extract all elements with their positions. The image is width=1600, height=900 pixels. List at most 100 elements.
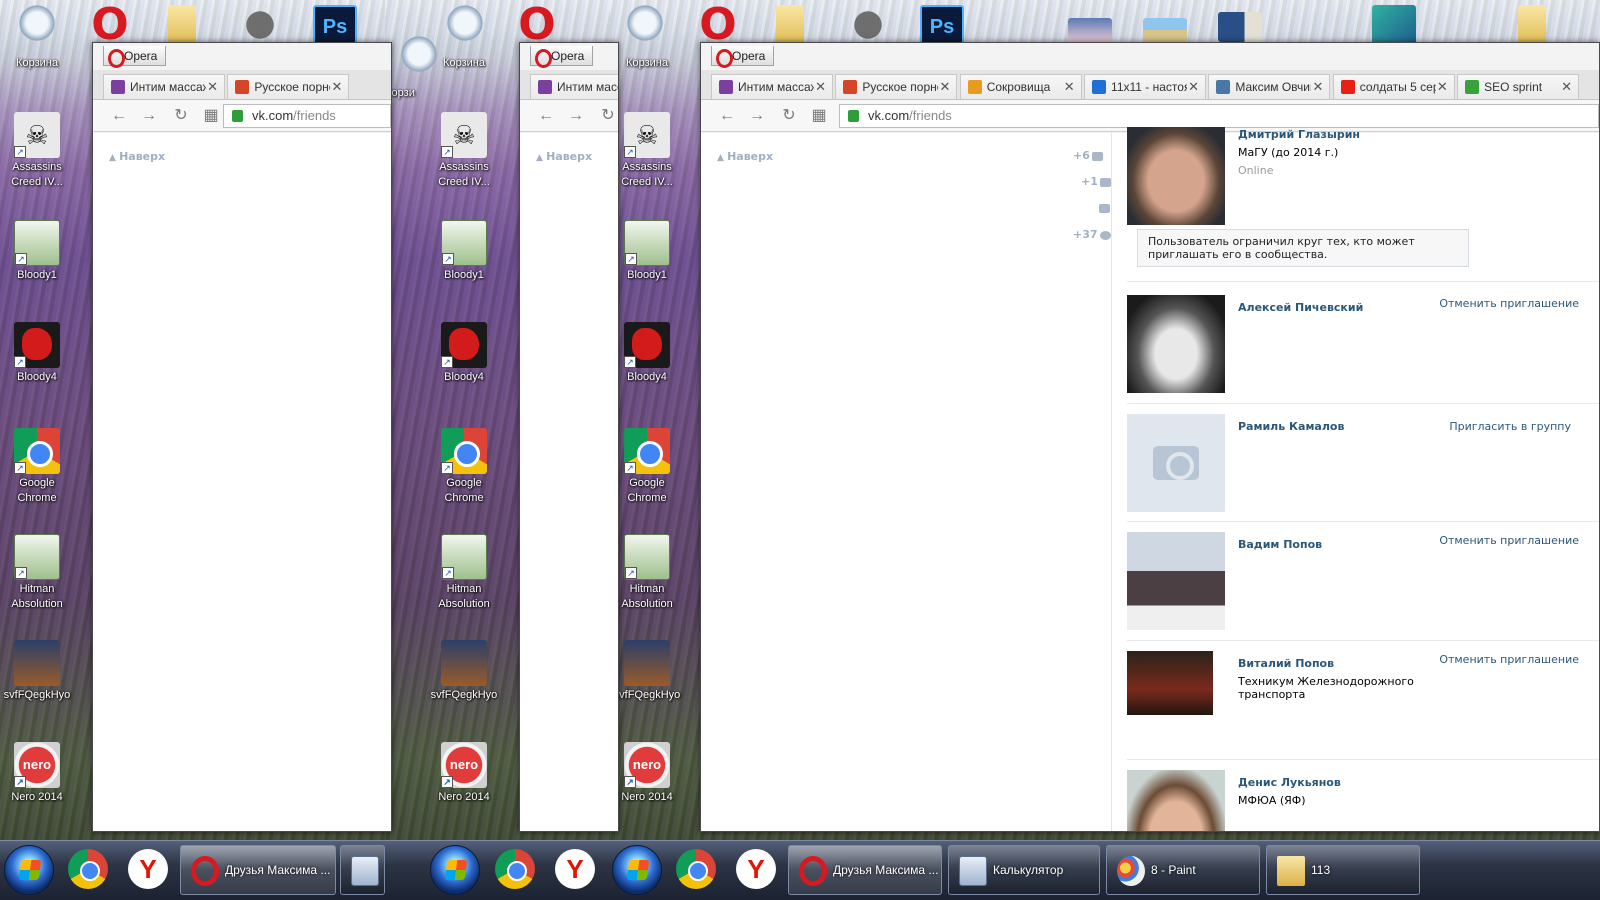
yandex-pinned-icon[interactable]: Y [736, 849, 776, 889]
tanks-desktop-icon[interactable] [238, 5, 282, 45]
address-bar[interactable]: vk.com/friends [839, 104, 1599, 128]
friend-avatar[interactable] [1127, 127, 1225, 225]
chrome-pinned-icon[interactable] [495, 849, 535, 889]
book-desktop-icon[interactable] [1218, 12, 1262, 42]
back-to-top-link[interactable]: Наверх [536, 150, 592, 163]
tab-russkoe[interactable]: Русское порно ✕ [227, 74, 350, 99]
recycle-bin-icon[interactable] [15, 5, 59, 45]
opera-menu-button[interactable]: Opera [530, 46, 594, 68]
tab-seo-sprint[interactable]: SEO sprint ✕ [1457, 74, 1580, 99]
chrome-pinned-icon[interactable] [676, 849, 716, 889]
opera-menu-button[interactable]: Opera [711, 46, 775, 68]
close-tab-icon[interactable]: ✕ [331, 75, 342, 99]
friend-name[interactable]: Виталий Попов [1238, 657, 1334, 670]
friend-avatar[interactable] [1127, 770, 1225, 831]
desktop-icon-hitman[interactable]: ↗ Hitman Absolution [610, 534, 684, 612]
back-to-top-link[interactable]: Наверх [109, 150, 165, 163]
taskbar-task-opera[interactable]: Друзья Максима ... [180, 845, 336, 895]
desktop-icon-assassins[interactable]: ☠ ↗ Assassins Creed IV... [427, 112, 501, 190]
tab-soldaty[interactable]: солдаты 5 серия✕ [1332, 74, 1455, 99]
close-tab-icon[interactable]: ✕ [815, 75, 826, 99]
desktop-icon-bloody1[interactable]: ↗ Bloody1 [610, 220, 684, 283]
chrome-pinned-icon[interactable] [68, 849, 108, 889]
friend-avatar[interactable] [1127, 414, 1225, 512]
opera-desktop-icon[interactable]: O [515, 3, 559, 47]
photoshop-desktop-icon[interactable]: Ps [920, 5, 964, 45]
desktop-icon-chrome[interactable]: ↗ Google Chrome [0, 428, 74, 506]
address-bar[interactable]: vk.com/friends [223, 104, 391, 128]
cancel-invite-link[interactable]: Отменить приглашение [1439, 653, 1579, 666]
desktop-icon-nero[interactable]: nero ↗ Nero 2014 [0, 742, 74, 805]
start-button[interactable] [4, 845, 54, 895]
back-icon[interactable]: ← [717, 106, 737, 126]
back-icon[interactable]: ← [536, 106, 556, 126]
desktop-icon-video[interactable]: svfFQegkHyo [610, 640, 684, 703]
tab-11x11[interactable]: 11x11 - настоящий✕ [1084, 74, 1207, 99]
desktop-icon-nero[interactable]: nero ↗ Nero 2014 [610, 742, 684, 805]
desktop-icon-hitman[interactable]: ↗ Hitman Absolution [0, 534, 74, 612]
yandex-pinned-icon[interactable]: Y [555, 849, 595, 889]
friend-avatar[interactable] [1127, 532, 1225, 630]
cubes-desktop-icon[interactable] [1372, 5, 1416, 45]
taskbar-task-calculator[interactable] [340, 845, 385, 895]
tab-maksim[interactable]: Максим Овчинников✕ [1208, 74, 1331, 99]
back-to-top-link[interactable]: Наверх [717, 150, 773, 163]
photo-desktop-icon[interactable] [1068, 18, 1112, 42]
invite-to-group-link[interactable]: Пригласить в группу [1449, 420, 1571, 433]
close-tab-icon[interactable]: ✕ [1312, 75, 1323, 99]
desktop-icon-assassins[interactable]: ☠ ↗ Assassins Creed IV... [0, 112, 74, 190]
taskbar-task-paint[interactable]: 8 - Paint [1106, 845, 1260, 895]
forward-icon[interactable]: → [747, 106, 767, 126]
opera-desktop-icon[interactable]: O [696, 3, 740, 47]
tab-intim[interactable]: Интим массаж ✕ [103, 74, 225, 99]
friend-name[interactable]: Алексей Пичевский [1238, 301, 1363, 314]
speed-dial-icon[interactable]: ▦ [201, 106, 221, 126]
desktop-icon-recycle-bin-label[interactable]: Корзина [427, 56, 501, 71]
yandex-pinned-icon[interactable]: Y [128, 849, 168, 889]
desktop-icon-video[interactable]: svfFQegkHyo [0, 640, 74, 703]
forward-icon[interactable]: → [566, 106, 586, 126]
tab-russkoe[interactable]: Русское порно ✕ [835, 74, 958, 99]
browser-window-middle[interactable]: Opera Интим массаж ← → ↻ Наверх [519, 42, 619, 832]
friend-name[interactable]: Денис Лукьянов [1238, 776, 1341, 789]
cancel-invite-link[interactable]: Отменить приглашение [1439, 297, 1579, 310]
desktop-icon-hitman[interactable]: ↗ Hitman Absolution [427, 534, 501, 612]
close-tab-icon[interactable]: ✕ [1064, 75, 1075, 99]
close-tab-icon[interactable]: ✕ [939, 75, 950, 99]
desktop-icon-recycle-bin-label[interactable]: Корзина [610, 56, 684, 71]
browser-window-main[interactable]: Opera Интим массаж ✕ Русское порно ✕ Сокро… [700, 42, 1600, 832]
desktop-icon-chrome[interactable]: ↗ Google Chrome [610, 428, 684, 506]
desktop-icon-bloody4[interactable]: ↗ Bloody4 [0, 322, 74, 385]
close-tab-icon[interactable]: ✕ [207, 75, 218, 99]
friend-avatar[interactable] [1127, 295, 1225, 393]
close-tab-icon[interactable]: ✕ [1561, 75, 1572, 99]
recycle-bin-icon[interactable] [623, 5, 667, 45]
photoshop-desktop-icon[interactable]: Ps [313, 5, 357, 45]
image-desktop-icon[interactable] [1143, 18, 1187, 42]
tab-intim[interactable]: Интим массаж [530, 74, 618, 99]
friend-name[interactable]: Вадим Попов [1238, 538, 1322, 551]
close-tab-icon[interactable]: ✕ [1437, 75, 1448, 99]
reload-icon[interactable]: ↻ [598, 106, 618, 126]
speed-dial-icon[interactable]: ▦ [809, 106, 829, 126]
back-icon[interactable]: ← [109, 106, 129, 126]
friend-name[interactable]: Дмитрий Глазырин [1238, 128, 1360, 141]
start-button[interactable] [612, 845, 662, 895]
desktop-icon-bloody4[interactable]: ↗ Bloody4 [427, 322, 501, 385]
friend-avatar[interactable] [1127, 651, 1213, 715]
tab-sokrovischa[interactable]: Сокровища ✕ [959, 74, 1082, 99]
recycle-bin-icon[interactable] [443, 5, 487, 45]
reload-icon[interactable]: ↻ [171, 106, 191, 126]
desktop-icon-video[interactable]: svfFQegkHyo [427, 640, 501, 703]
cancel-invite-link[interactable]: Отменить приглашение [1439, 534, 1579, 547]
desktop-icon-chrome[interactable]: ↗ Google Chrome [427, 428, 501, 506]
reload-icon[interactable]: ↻ [779, 106, 799, 126]
close-tab-icon[interactable]: ✕ [1188, 75, 1199, 99]
folder-desktop-icon[interactable] [168, 5, 196, 45]
taskbar-task-calculator[interactable]: Калькулятор [948, 845, 1100, 895]
folder-desktop-icon[interactable] [776, 5, 804, 45]
desktop-icon-bloody1[interactable]: ↗ Bloody1 [0, 220, 74, 283]
desktop-icon-assassins[interactable]: ☠ ↗ Assassins Creed IV... [610, 112, 684, 190]
desktop-icon-nero[interactable]: nero ↗ Nero 2014 [427, 742, 501, 805]
taskbar-task-opera[interactable]: Друзья Максима ... [788, 845, 942, 895]
